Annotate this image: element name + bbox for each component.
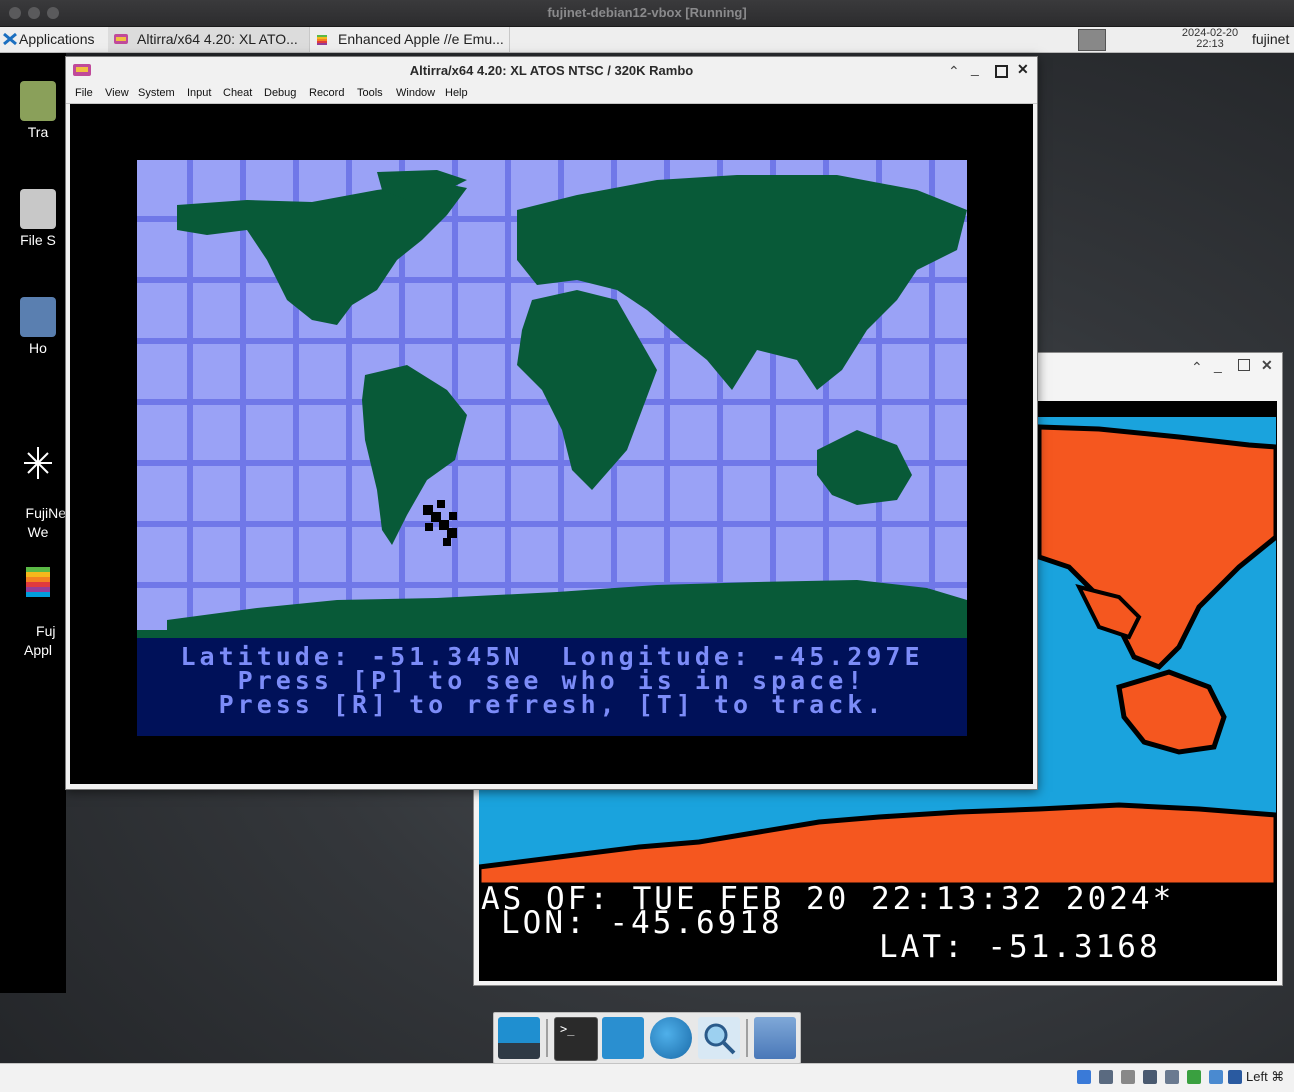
hard-disk-icon[interactable]	[1077, 1070, 1091, 1084]
menu-cheat[interactable]: Cheat	[223, 87, 252, 99]
magnifier-icon[interactable]	[698, 1017, 740, 1059]
maximize-icon[interactable]	[1238, 359, 1250, 371]
menu-record[interactable]: Record	[309, 87, 344, 99]
menu-debug[interactable]: Debug	[264, 87, 296, 99]
menu-input[interactable]: Input	[187, 87, 211, 99]
top-panel: Applications Altirra/x64 4.20: XL ATO...…	[0, 27, 1294, 74]
workspace-switcher[interactable]	[1076, 27, 1106, 52]
optical-drive-icon[interactable]	[1099, 1070, 1113, 1084]
apple-rainbow-icon	[317, 35, 327, 45]
display-icon[interactable]	[1209, 1070, 1223, 1084]
home-desktop-icon[interactable]: Ho	[8, 297, 68, 358]
close-icon[interactable]: ✕	[1261, 357, 1273, 374]
menu-file[interactable]: File	[75, 87, 93, 99]
close-icon[interactable]: ✕	[1017, 61, 1029, 78]
shared-folders-icon[interactable]	[1187, 1070, 1201, 1084]
applications-label: Applications	[19, 31, 95, 47]
filesystem-desktop-icon[interactable]: File S	[8, 189, 68, 250]
vbox-title: fujinet-debian12-vbox [Running]	[547, 5, 747, 20]
workspace-preview	[1078, 29, 1106, 51]
terminal-prompt-glyph: >_	[560, 1022, 575, 1036]
home-label: Ho	[29, 340, 47, 356]
folder-icon[interactable]	[754, 1017, 796, 1059]
atari-prompt-refresh: Press [R] to refresh, [T] to track.	[218, 690, 886, 719]
altirra-title: Altirra/x64 4.20: XL ATOS NTSC / 320K Ra…	[409, 63, 694, 78]
menu-window[interactable]: Window	[396, 87, 435, 99]
applications-menu[interactable]: Applications	[0, 27, 108, 52]
clock-time: 22:13	[1196, 38, 1224, 50]
menu-help[interactable]: Help	[445, 87, 468, 99]
menu-tools[interactable]: Tools	[357, 87, 383, 99]
atari-status-panel: Latitude: -51.345N Longitude: -45.297E P…	[137, 638, 967, 736]
show-desktop-icon[interactable]	[498, 1017, 540, 1059]
vbox-titlebar: fujinet-debian12-vbox [Running]	[0, 0, 1294, 27]
web-browser-icon[interactable]	[650, 1017, 692, 1059]
dock: >_	[493, 1012, 801, 1064]
minimize-icon[interactable]: _	[1214, 357, 1222, 373]
trash-icon	[20, 81, 56, 121]
clock[interactable]: 2024-02-20 22:13	[1172, 28, 1248, 50]
minimize-icon[interactable]: _	[971, 60, 979, 76]
apple-emu-label: Fuj Appl	[23, 623, 56, 658]
apple-latitude: LAT: -51.3168	[879, 929, 1161, 965]
filesystem-label: File S	[20, 232, 56, 248]
magnifier-glyph	[704, 1023, 736, 1055]
chevron-up-icon[interactable]: ⌃	[1191, 359, 1203, 376]
atari-screen[interactable]: Latitude: -51.345N Longitude: -45.297E P…	[70, 104, 1033, 784]
vbox-status-bar: Left ⌘	[0, 1063, 1294, 1092]
user-menu[interactable]: fujinet	[1252, 27, 1294, 52]
trash-label: Tra	[27, 124, 49, 140]
file-cabinet-icon[interactable]	[602, 1017, 644, 1059]
menu-system[interactable]: System	[138, 87, 175, 99]
apple-emu-desktop-icon[interactable]: Fuj Appl	[8, 523, 68, 679]
task-atari[interactable]: Altirra/x64 4.20: XL ATO...	[108, 27, 310, 52]
home-folder-icon	[20, 297, 56, 337]
audio-icon[interactable]	[1121, 1070, 1135, 1084]
task-atari-label: Altirra/x64 4.20: XL ATO...	[137, 31, 298, 47]
menu-view[interactable]: View	[105, 87, 129, 99]
task-apple-label: Enhanced Apple //e Emu...	[338, 31, 504, 47]
desktop-icon-strip: Tra File S Ho FujiNe We Fuj Appl	[0, 53, 66, 993]
user-name: fujinet	[1252, 31, 1290, 47]
trash-desktop-icon[interactable]: Tra	[8, 81, 68, 142]
apple-longitude: LON: -45.6918	[501, 905, 783, 941]
drive-icon	[20, 189, 56, 229]
network-icon[interactable]	[1143, 1070, 1157, 1084]
chevron-up-icon[interactable]: ⌃	[948, 63, 960, 80]
altirra-menubar: File View System Input Cheat Debug Recor…	[66, 84, 1037, 104]
host-key-label: Left ⌘	[1246, 1069, 1285, 1084]
dock-separator	[746, 1019, 748, 1057]
altirra-icon	[114, 34, 128, 44]
apple-logo-icon	[26, 567, 50, 597]
maximize-icon[interactable]	[995, 65, 1008, 78]
fujinet-icon	[24, 447, 52, 479]
terminal-icon[interactable]: >_	[554, 1017, 598, 1061]
altirra-window[interactable]: Altirra/x64 4.20: XL ATOS NTSC / 320K Ra…	[65, 56, 1038, 790]
task-apple[interactable]: Enhanced Apple //e Emu...	[309, 27, 510, 52]
xfce-logo-icon	[3, 32, 17, 46]
capture-icon[interactable]	[1228, 1070, 1242, 1084]
dock-separator	[546, 1019, 548, 1057]
usb-icon[interactable]	[1165, 1070, 1179, 1084]
